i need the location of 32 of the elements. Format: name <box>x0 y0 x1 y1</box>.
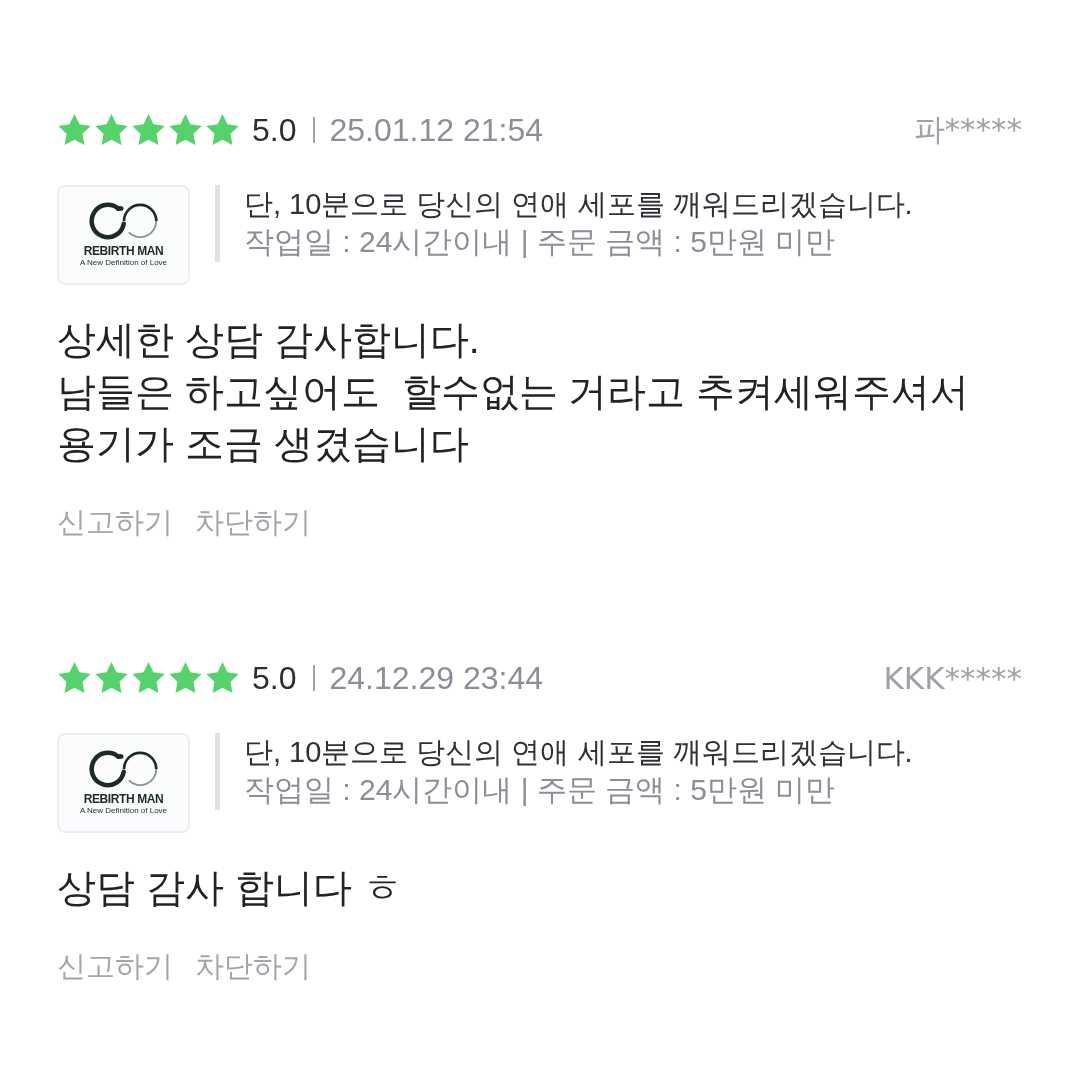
star-icon <box>57 113 92 147</box>
reviewer-name: KKK***** <box>883 660 1022 696</box>
logo-name: REBIRTH MAN <box>83 245 164 258</box>
star-icon <box>131 113 166 147</box>
star-icon <box>131 661 166 695</box>
service-details: 작업일 : 24시간이내 | 주문 금액 : 5만원 미만 <box>244 224 837 260</box>
logo-icon <box>88 202 159 241</box>
service-title: 단, 10분으로 당신의 연애 세포를 깨워드리겠습니다. <box>244 187 913 222</box>
service-details: 작업일 : 24시간이내 | 주문 금액 : 5만원 미만 <box>244 772 837 808</box>
report-link[interactable]: 신고하기 <box>57 504 173 540</box>
star-icon <box>168 113 203 147</box>
review-date: 25.01.12 21:54 <box>329 111 543 149</box>
rating-score: 5.0 <box>252 659 297 697</box>
rating-score: 5.0 <box>252 111 297 149</box>
block-link[interactable]: 차단하기 <box>195 948 311 984</box>
star-icon <box>168 661 203 695</box>
star-icon <box>205 113 240 147</box>
star-icon <box>94 113 129 147</box>
review-date: 24.12.29 23:44 <box>329 659 543 697</box>
star-icon <box>94 661 129 695</box>
review-text: 상담 감사 합니다 ㅎ <box>57 865 403 911</box>
service-title: 단, 10분으로 당신의 연애 세포를 깨워드리겠습니다. <box>244 735 913 770</box>
reviewer-name: 파***** <box>913 110 1022 149</box>
logo-name: REBIRTH MAN <box>83 793 164 806</box>
report-link[interactable]: 신고하기 <box>57 948 173 984</box>
review-text: 상세한 상담 감사합니다. 남들은 하고싶어도 할수없는 거라고 추켜세워주셔서 용기가 조금 생겼습니다 <box>57 317 971 467</box>
logo-icon <box>88 750 159 789</box>
logo-tagline: A New Definition of Love <box>79 806 168 816</box>
star-icon <box>57 661 92 695</box>
block-link[interactable]: 차단하기 <box>195 504 311 540</box>
star-icon <box>205 661 240 695</box>
logo-tagline: A New Definition of Love <box>79 258 168 268</box>
